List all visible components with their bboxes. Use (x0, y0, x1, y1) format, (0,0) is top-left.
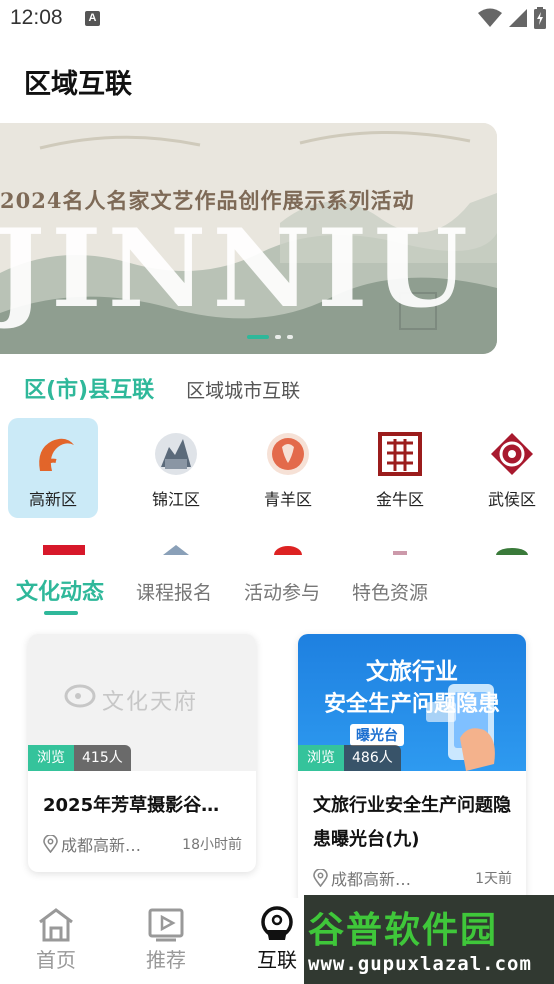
card-meta: 成都高新… 1天前 (313, 866, 512, 890)
notification-a-icon: A (85, 11, 100, 26)
culture-tabs: 文化动态 课程报名 活动参与 特色资源 (16, 574, 428, 606)
views-count: 486人 (344, 745, 401, 771)
district-label: 武侯区 (487, 490, 536, 509)
tab-featured-resources[interactable]: 特色资源 (352, 578, 428, 605)
views-count: 415人 (74, 745, 131, 771)
nav-connect[interactable]: 互联 (247, 906, 307, 973)
wuhou-logo-icon (488, 430, 536, 478)
views-label: 浏览 (298, 745, 344, 771)
tab-county-link[interactable]: 区(市)县互联 (24, 372, 154, 404)
district-label: 高新区 (28, 490, 77, 509)
card-title: 2025年芳草摄影谷… (43, 795, 220, 816)
carousel-dot (275, 335, 281, 339)
views-badge: 浏览 486人 (298, 745, 401, 771)
tab-activity-join[interactable]: 活动参与 (244, 578, 320, 605)
tab-city-link[interactable]: 区域城市互联 (186, 376, 300, 403)
connect-icon (261, 906, 293, 940)
page-title: 区域互联 (24, 69, 132, 100)
jinniu-logo-icon (376, 430, 424, 478)
battery-icon (534, 7, 546, 29)
status-icons (478, 6, 546, 30)
card-cover-line1: 文旅行业 (366, 659, 458, 685)
jinjiang-logo-icon (152, 430, 200, 478)
wifi-icon (478, 8, 502, 27)
card-time: 1天前 (475, 871, 512, 887)
district-grid-next-row (8, 543, 554, 555)
tab-culture-news[interactable]: 文化动态 (16, 574, 104, 606)
card-title: 文旅行业安全生产问题隐患曝光台(九) (313, 795, 511, 850)
active-tab-underline (44, 611, 78, 615)
card-meta: 成都高新… 18小时前 (43, 832, 242, 856)
card-cover-badge: 曝光台 (350, 724, 404, 746)
play-icon (148, 908, 184, 942)
card-cover-image: 文化天府 浏览 415人 (28, 634, 256, 771)
card-location: 成都高新… (331, 870, 412, 889)
district-label: 青羊区 (263, 490, 312, 509)
district-wuhou[interactable]: 武侯区 (456, 418, 554, 518)
district-gaoxin[interactable]: 高新区 (8, 418, 98, 518)
views-label: 浏览 (28, 745, 74, 771)
district-label: 金牛区 (375, 490, 424, 509)
card-cover-image: 文旅行业 安全生产问题隐患 曝光台 浏览 486人 (298, 634, 526, 771)
gaoxin-logo-icon (29, 430, 77, 478)
nav-label: 首页 (36, 948, 76, 972)
district-peek (120, 543, 232, 555)
nav-label: 互联 (257, 948, 297, 972)
home-icon (39, 908, 73, 942)
watermark-overlay: 谷普软件园 www.gupuxlazal.com (304, 895, 554, 984)
status-bar: 12:08 A (0, 0, 554, 38)
district-qingyang[interactable]: 青羊区 (232, 418, 344, 518)
district-peek (232, 543, 344, 555)
district-label: 锦江区 (151, 490, 200, 509)
watermark-main: 谷普软件园 (308, 910, 499, 951)
location-pin-icon (313, 869, 328, 887)
culture-brand-logo-icon (64, 684, 96, 708)
news-card[interactable]: 文化天府 浏览 415人 2025年芳草摄影谷… 成都高新… 18小时前 (28, 634, 256, 872)
banner-carousel[interactable]: 2024名人名家文艺作品创作展示系列活动 JINNIU (0, 123, 497, 354)
status-time: 12:08 (10, 6, 63, 29)
signal-icon (509, 9, 527, 27)
banner-big-text: JINNIU (0, 206, 474, 332)
nav-home[interactable]: 首页 (26, 906, 86, 973)
district-peek (8, 543, 120, 555)
carousel-indicator (247, 335, 293, 339)
tab-course-signup[interactable]: 课程报名 (136, 578, 212, 605)
district-peek (456, 543, 554, 555)
watermark-url: www.gupuxlazal.com (308, 953, 532, 975)
district-peek (344, 543, 456, 555)
carousel-dot-active (247, 335, 269, 339)
card-cover-brand: 文化天府 (102, 690, 199, 715)
district-jinniu[interactable]: 金牛区 (344, 418, 456, 518)
location-pin-icon (43, 835, 58, 853)
card-cover-line2: 安全生产问题隐患 (323, 692, 500, 717)
news-card[interactable]: 文旅行业 安全生产问题隐患 曝光台 浏览 486人 文旅行业安全生产问题隐患曝光… (298, 634, 526, 906)
district-jinjiang[interactable]: 锦江区 (120, 418, 232, 518)
views-badge: 浏览 415人 (28, 745, 131, 771)
card-location: 成都高新… (61, 836, 142, 855)
nav-label: 推荐 (146, 948, 186, 972)
region-tabs: 区(市)县互联 区域城市互联 (24, 372, 300, 404)
card-time: 18小时前 (182, 837, 242, 853)
district-grid: 高新区 锦江区 青羊区 金牛区 武侯区 (8, 418, 554, 518)
nav-recommend[interactable]: 推荐 (136, 906, 196, 973)
carousel-dot (287, 335, 293, 339)
qingyang-logo-icon (264, 430, 312, 478)
